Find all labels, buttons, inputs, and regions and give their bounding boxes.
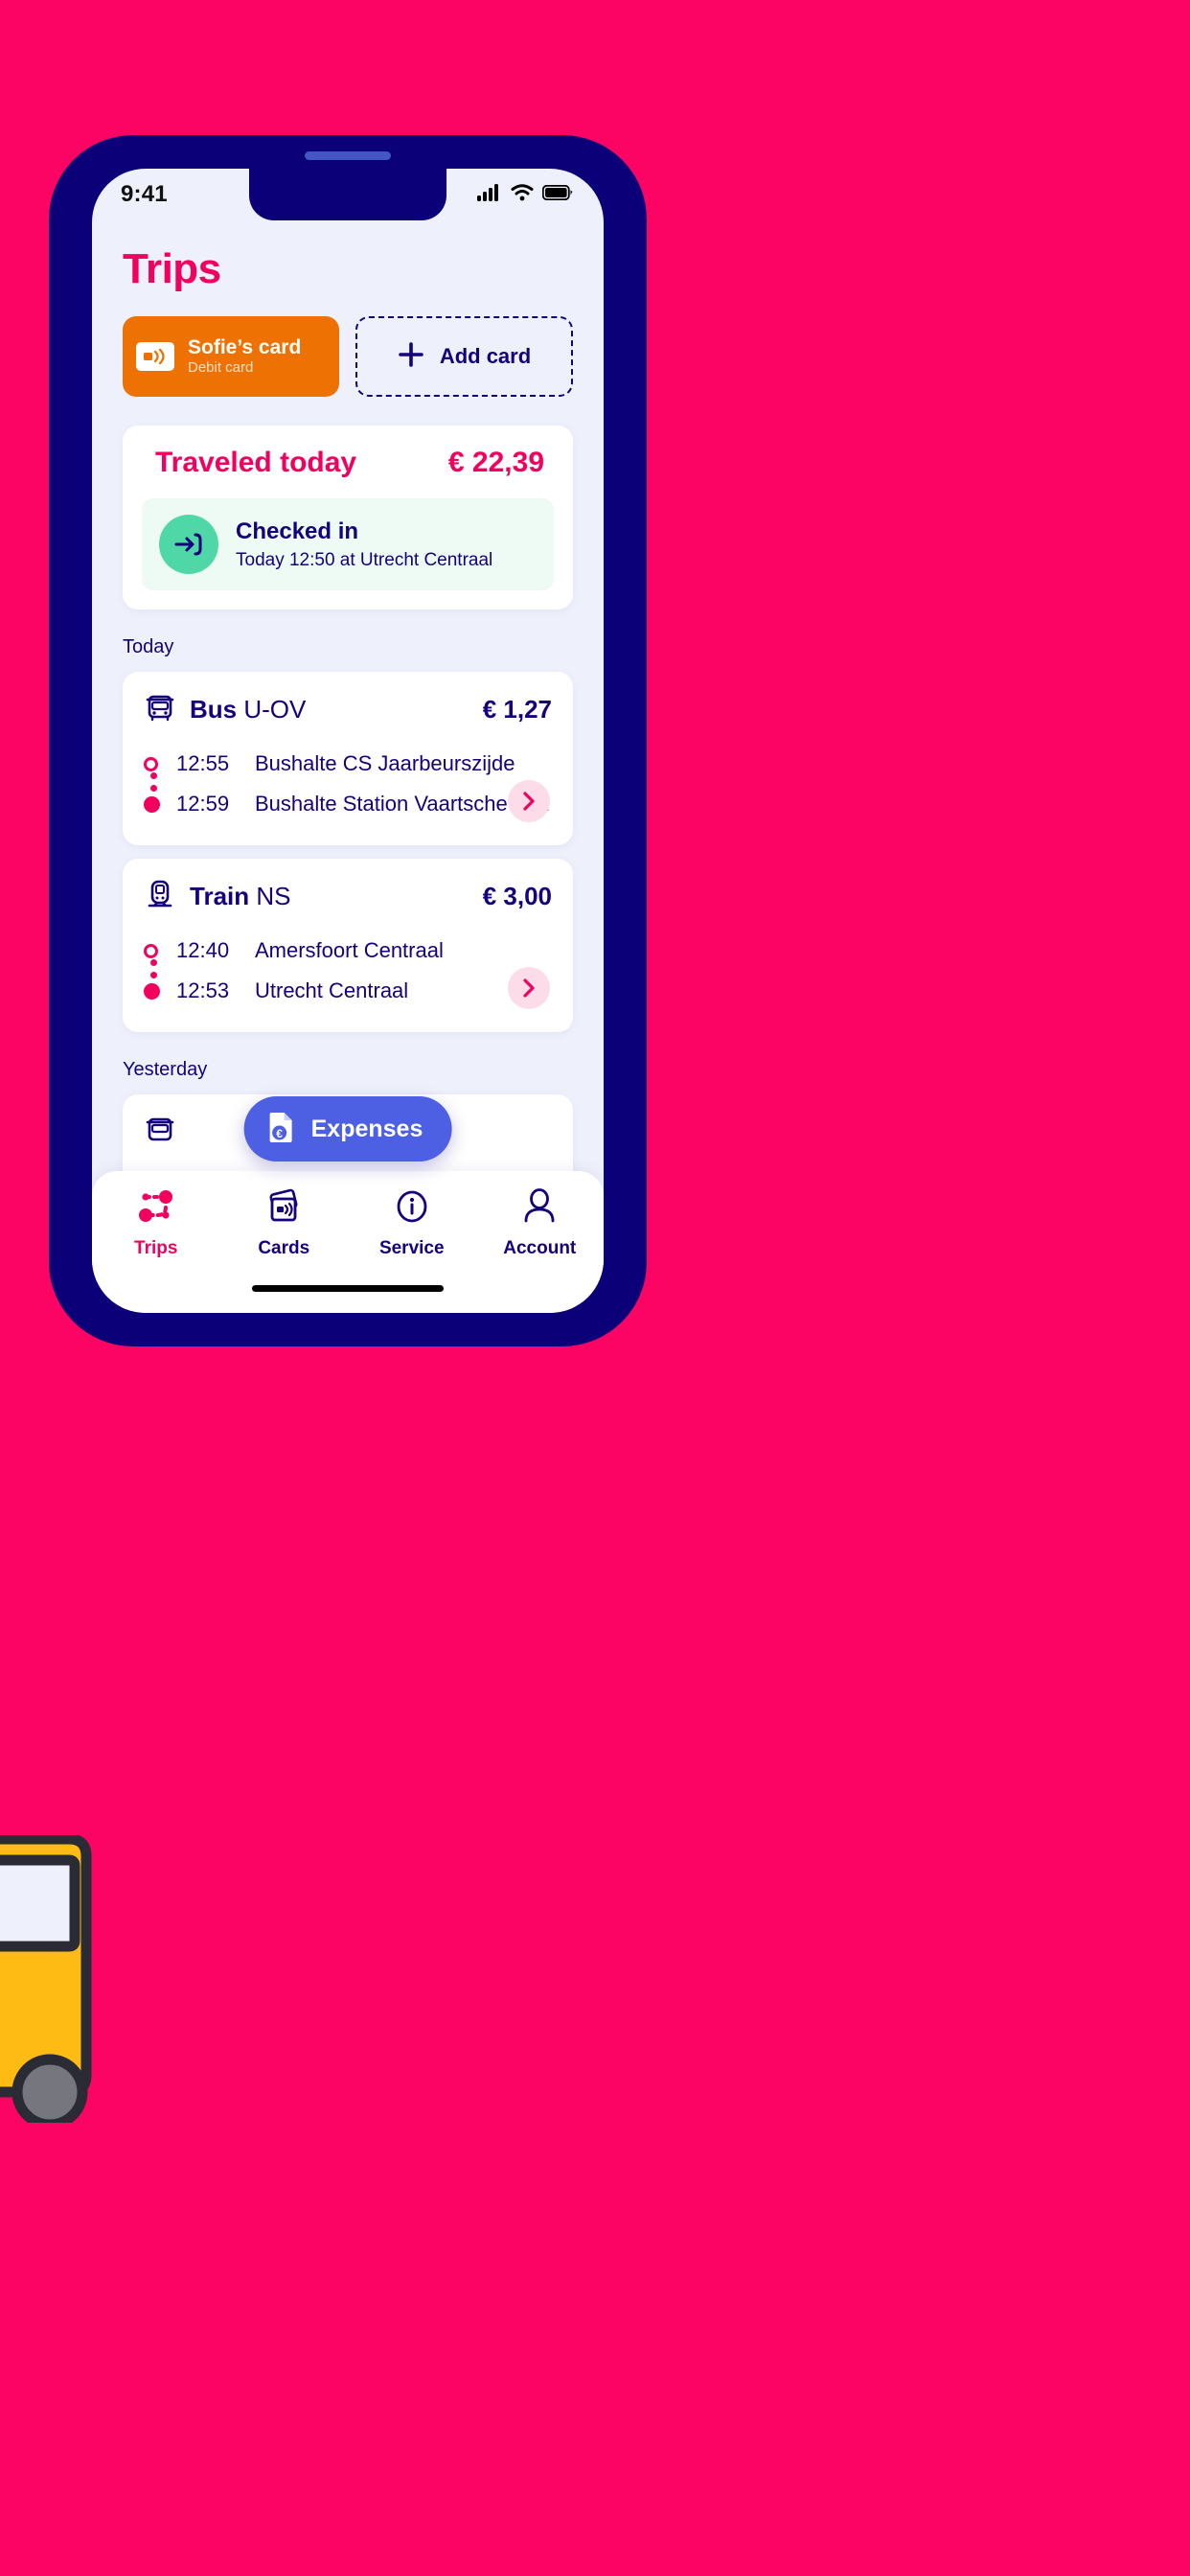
nav-item-cards[interactable]: Cards: [226, 1188, 341, 1259]
nav-item-account[interactable]: Account: [482, 1188, 597, 1259]
trip-stop-time: 12:59: [176, 792, 230, 816]
trip-stop-time: 12:55: [176, 751, 230, 775]
contactless-card-icon: [136, 342, 174, 371]
trip-card-bus[interactable]: Bus U-OV € 1,27 12:55 Bushalte CS Jaarbe…: [123, 672, 573, 845]
train-icon: [144, 878, 176, 915]
check-in-arrow-icon: [159, 515, 218, 574]
origin-dot-icon: [144, 756, 158, 771]
nav-label-cards: Cards: [258, 1238, 310, 1258]
nav-item-trips[interactable]: Trips: [99, 1188, 214, 1259]
bus-icon: [144, 691, 176, 728]
card-chip-title: Sofie’s card: [188, 336, 302, 359]
trip-price: € 3,00: [482, 882, 552, 910]
trip-stops: 12:40 Amersfoort Centraal 12:53 Utrecht …: [144, 931, 552, 1011]
document-euro-icon: €: [267, 1111, 296, 1148]
home-indicator: [252, 1285, 444, 1292]
traveled-today-title: Traveled today: [155, 447, 357, 478]
info-circle-icon: [392, 1188, 432, 1230]
trip-stop-destination: 12:59 Bushalte Station Vaartsche Rijn: [144, 784, 552, 824]
svg-text:€: €: [276, 1127, 283, 1140]
expenses-button[interactable]: € Expenses: [243, 1096, 452, 1162]
trip-mode-label: Train NS: [190, 882, 291, 911]
phone-speaker: [305, 151, 391, 160]
trip-mode-label: Bus U-OV: [190, 695, 306, 724]
section-label-yesterday: Yesterday: [123, 1059, 208, 1080]
page-title: Trips: [123, 245, 221, 292]
timeline-connector: [150, 772, 157, 792]
trip-stop-name: Amersfoort Centraal: [255, 938, 444, 962]
trip-stop-time: 12:53: [176, 978, 230, 1002]
person-icon: [519, 1188, 560, 1230]
bus-icon: [144, 1114, 176, 1151]
destination-dot-icon: [144, 982, 160, 1000]
add-card-button[interactable]: Add card: [355, 316, 573, 397]
trip-stop-time: 12:40: [176, 938, 230, 962]
nav-label-service: Service: [378, 1238, 445, 1258]
trip-stop-name: Bushalte CS Jaarbeurszijde: [255, 751, 515, 775]
cellular-signal-icon: [477, 183, 502, 206]
status-time: 9:41: [121, 181, 168, 207]
trip-stop-origin: 12:40 Amersfoort Centraal: [144, 931, 552, 971]
trip-stop-name: Utrecht Centraal: [255, 978, 409, 1002]
card-chip-active[interactable]: Sofie’s card Debit card: [123, 316, 339, 397]
card-selector-row: Sofie’s card Debit card Add card: [92, 293, 604, 397]
trip-stop-name: Bushalte Station Vaartsche Rijn: [255, 792, 550, 816]
tram-illustration: [0, 1833, 107, 2142]
trip-card-train[interactable]: Train NS € 3,00 12:40 Amersfoort Centraa…: [123, 859, 573, 1032]
nav-item-service[interactable]: Service: [355, 1188, 469, 1259]
checked-in-status[interactable]: Checked in Today 12:50 at Utrecht Centra…: [142, 498, 554, 590]
section-label-today: Today: [123, 636, 174, 657]
trip-detail-chevron-right-icon[interactable]: [508, 967, 550, 1009]
nav-label-account: Account: [503, 1238, 577, 1258]
battery-full-icon: [541, 184, 573, 205]
checked-in-detail: Today 12:50 at Utrecht Centraal: [236, 549, 493, 570]
status-bar: 9:41: [92, 169, 604, 220]
checked-in-title: Checked in: [236, 518, 359, 544]
cards-nfc-icon: [263, 1188, 304, 1230]
traveled-today-amount: € 22,39: [447, 447, 544, 478]
trip-price: € 1,27: [482, 695, 552, 724]
route-trips-icon: [136, 1188, 176, 1230]
expenses-label: Expenses: [310, 1115, 423, 1142]
phone-frame: 9:41 Trips Sofie’s card Debit card Add c…: [49, 135, 647, 1346]
plus-icon: [398, 341, 424, 373]
trip-operator: U-OV: [243, 695, 307, 724]
destination-dot-icon: [144, 795, 160, 813]
trip-detail-chevron-right-icon[interactable]: [508, 780, 550, 822]
timeline-connector: [150, 959, 157, 978]
traveled-today-card: Traveled today € 22,39 Checked in Today …: [123, 426, 573, 610]
trip-stop-origin: 12:55 Bushalte CS Jaarbeurszijde: [144, 744, 552, 784]
wifi-icon: [511, 183, 534, 206]
trip-stop-destination: 12:53 Utrecht Centraal: [144, 971, 552, 1011]
trip-stops: 12:55 Bushalte CS Jaarbeurszijde 12:59 B…: [144, 744, 552, 824]
add-card-label: Add card: [439, 344, 532, 368]
origin-dot-icon: [144, 943, 158, 958]
card-chip-subtitle: Debit card: [188, 359, 254, 377]
trip-mode-name: Train: [190, 882, 250, 910]
trip-operator: NS: [256, 882, 291, 910]
phone-screen: 9:41 Trips Sofie’s card Debit card Add c…: [92, 169, 604, 1313]
trip-mode-name: Bus: [190, 695, 238, 724]
nav-label-trips: Trips: [134, 1238, 178, 1258]
